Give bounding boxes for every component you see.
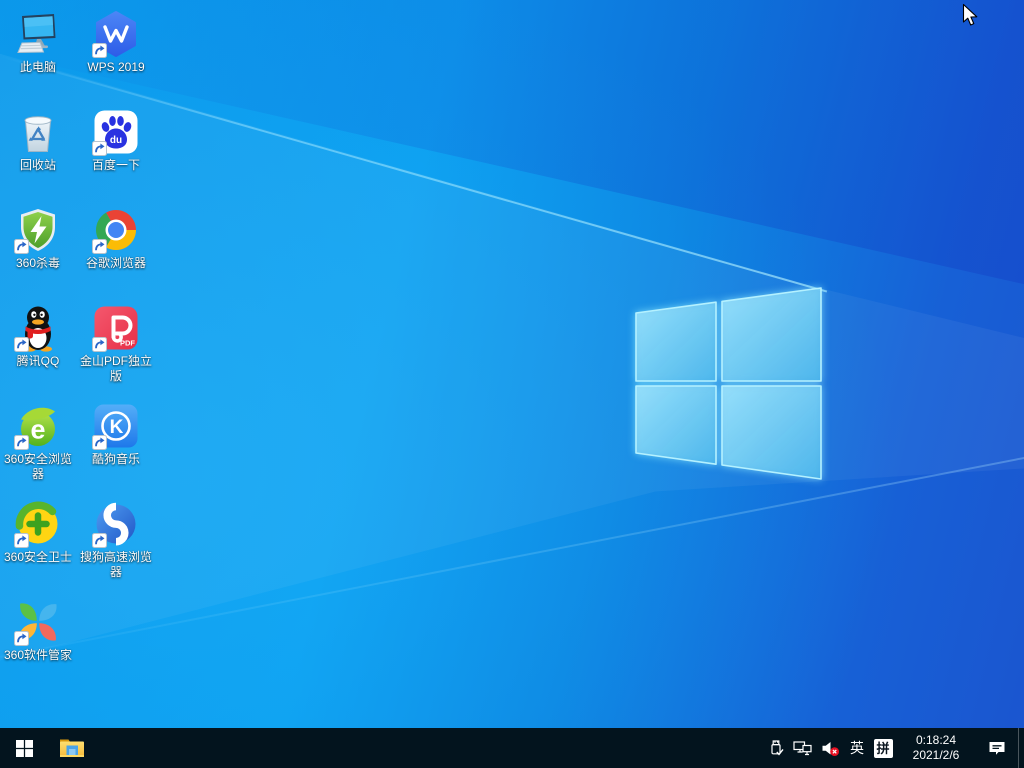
shortcut-arrow-icon xyxy=(14,239,29,254)
desktop-icon-baidu[interactable]: du 百度一下 xyxy=(78,108,154,173)
shortcut-arrow-icon xyxy=(92,435,107,450)
desktop-icon-360-safety-guard[interactable]: 360安全卫士 xyxy=(0,500,76,565)
volume-tray-button[interactable] xyxy=(816,728,844,768)
icon-label-sogou-browser: 搜狗高速浏览器 xyxy=(78,550,154,580)
ime-mode-button[interactable]: 拼 xyxy=(870,728,896,768)
taskbar-empty-area[interactable] xyxy=(96,728,764,768)
icon-label-wps-2019: WPS 2019 xyxy=(78,60,154,75)
shortcut-arrow-icon xyxy=(14,337,29,352)
desktop-icon-kingsoft-pdf[interactable]: PDF 金山PDF独立版 xyxy=(78,304,154,384)
file-explorer-icon xyxy=(59,737,85,759)
shortcut-arrow-icon xyxy=(92,43,107,58)
desktop-icon-sogou-browser[interactable]: 搜狗高速浏览器 xyxy=(78,500,154,580)
desktop-icon-recycle-bin[interactable]: 回收站 xyxy=(0,108,76,173)
icon-label-360-safety-guard: 360安全卫士 xyxy=(0,550,76,565)
desktop-icon-wps-2019[interactable]: WPS 2019 xyxy=(78,10,154,75)
action-center-button[interactable] xyxy=(976,728,1018,768)
recycle-bin-icon xyxy=(14,108,62,156)
svg-text:du: du xyxy=(110,135,122,146)
svg-text:e: e xyxy=(30,415,45,445)
system-tray: 英 拼 0:18:24 2021/2/6 xyxy=(764,728,1024,768)
volume-muted-icon xyxy=(821,740,840,757)
start-button[interactable] xyxy=(0,728,48,768)
shortcut-arrow-icon xyxy=(92,239,107,254)
taskbar: 英 拼 0:18:24 2021/2/6 xyxy=(0,728,1024,768)
ime-language-indicator[interactable]: 英 xyxy=(844,728,870,768)
desktop-icon-tencent-qq[interactable]: 腾讯QQ xyxy=(0,304,76,369)
this-pc-icon xyxy=(14,10,62,58)
desktop-icon-360-software-manager[interactable]: 360软件管家 xyxy=(0,598,76,663)
desktop-icon-360-antivirus[interactable]: 360杀毒 xyxy=(0,206,76,271)
shortcut-arrow-icon xyxy=(92,533,107,548)
windows-start-icon xyxy=(16,740,33,757)
network-icon xyxy=(793,741,812,756)
show-desktop-button[interactable] xyxy=(1018,728,1024,768)
ime-pinyin-badge: 拼 xyxy=(874,739,893,758)
shortcut-arrow-icon xyxy=(14,631,29,646)
shortcut-arrow-icon xyxy=(92,141,107,156)
shortcut-arrow-icon xyxy=(14,435,29,450)
windows-desktop-screen: 此电脑 WPS 2019 xyxy=(0,0,1024,768)
shortcut-arrow-icon xyxy=(14,533,29,548)
svg-text:PDF: PDF xyxy=(120,339,135,348)
desktop-icon-this-pc[interactable]: 此电脑 xyxy=(0,10,76,75)
file-explorer-button[interactable] xyxy=(48,728,96,768)
taskbar-clock[interactable]: 0:18:24 2021/2/6 xyxy=(896,728,976,768)
desktop-icon-kugou-music[interactable]: K 酷狗音乐 xyxy=(78,402,154,467)
action-center-icon xyxy=(988,740,1006,757)
usb-device-icon xyxy=(768,740,786,757)
clock-date: 2021/2/6 xyxy=(913,748,960,763)
windows-logo xyxy=(630,282,828,486)
icon-label-kugou-music: 酷狗音乐 xyxy=(78,452,154,467)
icon-label-baidu: 百度一下 xyxy=(78,158,154,173)
clock-time: 0:18:24 xyxy=(916,733,956,748)
network-tray-button[interactable] xyxy=(789,728,816,768)
svg-text:K: K xyxy=(110,417,124,438)
icon-label-tencent-qq: 腾讯QQ xyxy=(0,354,76,369)
shortcut-arrow-icon xyxy=(92,337,107,352)
icon-label-360-software-manager: 360软件管家 xyxy=(0,648,76,663)
usb-safely-remove-tray-button[interactable] xyxy=(764,728,789,768)
icon-label-kingsoft-pdf: 金山PDF独立版 xyxy=(78,354,154,384)
icon-label-recycle-bin: 回收站 xyxy=(0,158,76,173)
icon-label-chrome: 谷歌浏览器 xyxy=(78,256,154,271)
desktop-icon-chrome[interactable]: 谷歌浏览器 xyxy=(78,206,154,271)
icon-label-360-secure-browser: 360安全浏览器 xyxy=(0,452,76,482)
icon-label-this-pc: 此电脑 xyxy=(0,60,76,75)
icon-label-360-antivirus: 360杀毒 xyxy=(0,256,76,271)
desktop-icon-360-secure-browser[interactable]: e 360安全浏览器 xyxy=(0,402,76,482)
